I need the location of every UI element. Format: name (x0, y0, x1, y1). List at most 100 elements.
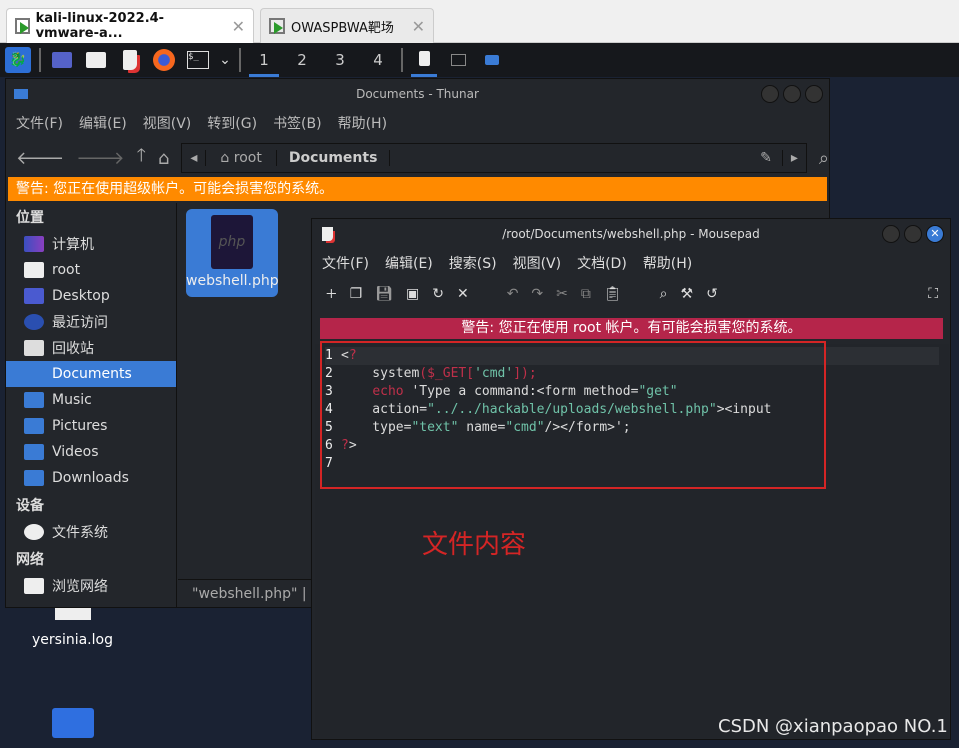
sidebar-item-label: Videos (52, 444, 99, 460)
file-item[interactable]: php webshell.php (186, 209, 279, 297)
folder-icon[interactable] (52, 708, 94, 738)
warning-banner: 警告: 您正在使用超级帐户。可能会损害您的系统。 (8, 177, 827, 201)
taskbar-mousepad[interactable] (411, 43, 437, 77)
new-document-icon[interactable]: 🞣 (326, 286, 337, 302)
copy-icon[interactable]: ⧉ (581, 286, 591, 302)
home-icon[interactable]: ⌂ (158, 148, 169, 169)
find-replace-icon[interactable]: ⚒ (681, 286, 694, 302)
sidebar-item[interactable]: Videos (6, 439, 176, 465)
sidebar-item[interactable]: Documents (6, 361, 176, 387)
sidebar-item-label: root (52, 262, 81, 278)
path-documents[interactable]: Documents (277, 150, 391, 166)
sidebar-item[interactable]: 最近访问 (6, 309, 176, 335)
sidebar-item-label: 浏览网络 (52, 579, 108, 595)
sidebar-item[interactable]: Desktop (6, 283, 176, 309)
chevron-down-icon[interactable]: ⌄ (219, 47, 231, 73)
menu-item[interactable]: 文件(F) (322, 253, 369, 273)
downloads-icon (24, 470, 44, 486)
maximize-button[interactable] (904, 225, 922, 243)
sidebar-item-label: Downloads (52, 470, 129, 486)
taskbar-terminal[interactable] (445, 47, 471, 73)
firefox-icon[interactable] (151, 47, 177, 73)
workspace-3[interactable]: 3 (325, 43, 355, 77)
paste-icon[interactable]: 📋︎ (604, 286, 622, 302)
menu-item[interactable]: 视图(V) (513, 253, 562, 273)
goto-line-icon[interactable]: ↺ (706, 286, 718, 302)
browser-tab-owasp[interactable]: OWASPBWA靶场 ✕ (260, 8, 434, 43)
minimize-button[interactable] (882, 225, 900, 243)
path-left-arrow[interactable]: ◂ (182, 150, 207, 166)
path-bar: ◂ ⌂ root Documents ✎ ▸ (181, 143, 807, 173)
sidebar-item[interactable]: Music (6, 387, 176, 413)
documents-icon (24, 366, 44, 382)
sidebar-section-header: 设备 (16, 498, 44, 514)
pictures-icon (24, 418, 44, 434)
warning-banner: 警告: 您正在使用 root 帐户。有可能会损害您的系统。 (320, 318, 943, 339)
menu-item[interactable]: 帮助(H) (338, 113, 387, 133)
reload-icon[interactable]: ↻ (432, 286, 444, 302)
menu-item[interactable]: 文档(D) (577, 253, 627, 273)
taskbar: 🐉 $_ ⌄ 1 2 3 4 (0, 43, 959, 77)
kali-menu-icon[interactable]: 🐉 (5, 47, 31, 73)
new-window-icon[interactable]: ❐ (350, 286, 363, 302)
menu-item[interactable]: 编辑(E) (79, 113, 127, 133)
up-icon[interactable]: 🡑 (137, 143, 146, 173)
workspace-1[interactable]: 1 (249, 43, 279, 77)
taskbar-thunar[interactable] (479, 47, 505, 73)
close-button[interactable]: ✕ (926, 225, 944, 243)
menu-item[interactable]: 书签(B) (273, 113, 322, 133)
workspace-4[interactable]: 4 (363, 43, 393, 77)
desktop-icon-label[interactable]: yersinia.log (20, 632, 125, 648)
sidebar-item[interactable]: Pictures (6, 413, 176, 439)
redo-icon[interactable]: ↷ (531, 286, 543, 302)
folder-icon (24, 262, 44, 278)
close-button[interactable] (805, 85, 823, 103)
sidebar-item[interactable]: 计算机 (6, 231, 176, 257)
thunar-app-icon (14, 89, 28, 99)
music-icon (24, 392, 44, 408)
menu-item[interactable]: 编辑(E) (385, 253, 433, 273)
sidebar-item-label: Desktop (52, 288, 110, 304)
sidebar-item[interactable]: 浏览网络 (6, 573, 176, 599)
save-icon[interactable]: 💾︎ (375, 286, 393, 302)
menu-item[interactable]: 视图(V) (143, 113, 192, 133)
search-icon[interactable]: ⌕ (819, 148, 829, 169)
cut-icon[interactable]: ✂ (556, 286, 568, 302)
file-manager-icon[interactable] (83, 47, 109, 73)
close-document-icon[interactable]: ✕ (457, 286, 469, 302)
undo-icon[interactable]: ↶ (507, 286, 519, 302)
sidebar-item[interactable]: 回收站 (6, 335, 176, 361)
close-icon[interactable]: ✕ (232, 17, 245, 36)
menu-item[interactable]: 文件(F) (16, 113, 63, 133)
desktop-icon (24, 288, 44, 304)
workspace-2[interactable]: 2 (287, 43, 317, 77)
terminal-icon[interactable]: $_ (185, 47, 211, 73)
close-icon[interactable]: ✕ (412, 17, 425, 36)
sidebar-item-label: 计算机 (52, 237, 94, 253)
sidebar-item[interactable]: root (6, 257, 176, 283)
sidebar-section-header: 网络 (16, 552, 44, 568)
sidebar-item-label: 文件系统 (52, 525, 108, 541)
sidebar-item-label: 回收站 (52, 341, 94, 357)
search-icon[interactable]: ⌕ (660, 286, 668, 302)
fullscreen-icon[interactable]: ⛶ (928, 286, 938, 302)
sidebar-item[interactable]: Downloads (6, 465, 176, 491)
text-editor-icon[interactable] (117, 47, 143, 73)
minimize-button[interactable] (761, 85, 779, 103)
menu-item[interactable]: 转到(G) (207, 113, 257, 133)
back-icon[interactable]: 🡐 (16, 148, 64, 169)
edit-path-icon[interactable]: ✎ (750, 150, 782, 166)
browser-tab-kali[interactable]: kali-linux-2022.4-vmware-a... ✕ (6, 8, 254, 43)
forward-icon[interactable]: 🡒 (76, 148, 124, 169)
menu-item[interactable]: 搜索(S) (449, 253, 497, 273)
path-root[interactable]: ⌂ root (206, 150, 277, 166)
save-as-icon[interactable]: ▣ (406, 286, 419, 302)
menu-item[interactable]: 帮助(H) (643, 253, 692, 273)
status-bar: "webshell.php" | 1 (178, 579, 328, 608)
path-right-arrow[interactable]: ▸ (781, 150, 806, 166)
sidebar-item[interactable]: 文件系统 (6, 519, 176, 545)
browser-tab-bar: kali-linux-2022.4-vmware-a... ✕ OWASPBWA靶… (0, 0, 959, 43)
show-desktop-icon[interactable] (49, 47, 75, 73)
maximize-button[interactable] (783, 85, 801, 103)
mousepad-app-icon (322, 227, 333, 241)
